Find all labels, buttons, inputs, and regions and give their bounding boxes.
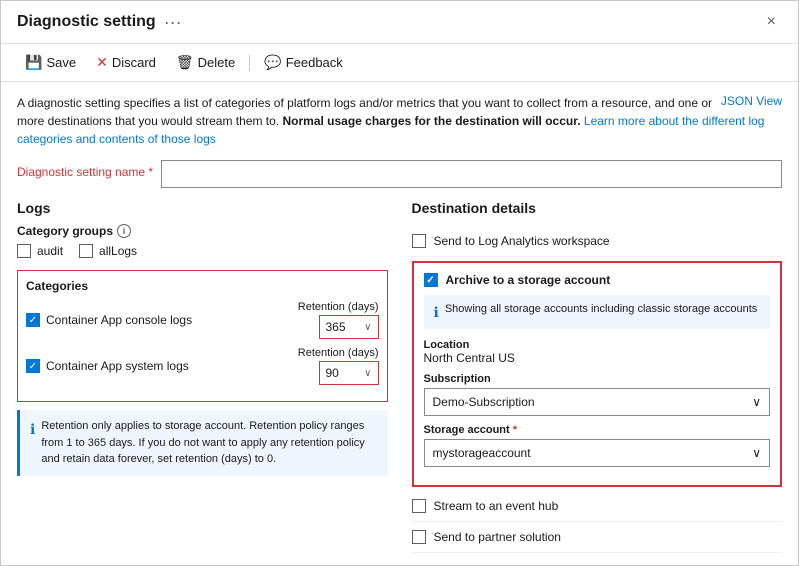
retention-val-2: 90 <box>326 366 339 380</box>
location-label: Location <box>424 339 771 351</box>
categories-title: Categories <box>26 279 379 293</box>
delete-icon: 🗑 <box>176 54 194 71</box>
save-label: Save <box>46 55 76 70</box>
location-value: North Central US <box>424 351 771 365</box>
discard-label: Discard <box>112 55 156 70</box>
subscription-chevron: ∨ <box>752 395 761 409</box>
alllogs-label: allLogs <box>99 244 137 258</box>
event-hub-label: Stream to an event hub <box>434 499 559 513</box>
storage-account-field: Storage account * mystorageaccount ∨ <box>424 424 771 467</box>
close-button[interactable]: × <box>761 11 782 33</box>
archive-header: Archive to a storage account <box>424 273 771 287</box>
subscription-label: Subscription <box>424 373 771 385</box>
alllogs-checkbox[interactable] <box>79 244 93 258</box>
category-groups-title: Category groups i <box>17 224 388 238</box>
delete-button[interactable]: 🗑 Delete <box>168 50 243 75</box>
retention-input-2[interactable]: 90 ∨ <box>319 361 379 385</box>
info-icon: ℹ <box>30 419 35 468</box>
console-logs-checkbox[interactable] <box>26 313 40 327</box>
retention-group-2: Retention (days) 90 ∨ <box>298 347 379 385</box>
event-hub-row: Stream to an event hub <box>412 491 783 522</box>
retention-chevron-1: ∨ <box>364 322 371 333</box>
more-options-icon[interactable]: ··· <box>164 12 182 33</box>
description-text2: Normal usage charges for the destination… <box>282 114 580 128</box>
feedback-icon: 💬 <box>264 54 281 71</box>
diagnostic-setting-dialog: Diagnostic setting ··· × 💾 Save ✕ Discar… <box>0 0 799 566</box>
storage-account-label: Storage account * <box>424 424 771 436</box>
save-button[interactable]: 💾 Save <box>17 50 84 75</box>
delete-label: Delete <box>198 55 236 70</box>
log-analytics-label: Send to Log Analytics workspace <box>434 234 610 248</box>
category-row-console-left: Container App console logs <box>26 313 192 327</box>
right-panel: Destination details Send to Log Analytic… <box>412 200 783 553</box>
diagnostic-name-label: Diagnostic setting name * <box>17 165 153 179</box>
description-text: A diagnostic setting specifies a list of… <box>17 94 782 148</box>
retention-group-1: Retention (days) 365 ∨ <box>298 301 379 339</box>
retention-label-2: Retention (days) <box>298 347 379 359</box>
discard-button[interactable]: ✕ Discard <box>88 50 164 75</box>
required-star: * <box>148 165 153 179</box>
storage-account-value: mystorageaccount <box>433 446 531 460</box>
storage-info-text: Showing all storage accounts including c… <box>445 303 757 321</box>
category-row-system-left: Container App system logs <box>26 359 189 373</box>
log-analytics-row: Send to Log Analytics workspace <box>412 226 783 257</box>
console-logs-label: Container App console logs <box>46 313 192 327</box>
storage-account-dropdown[interactable]: mystorageaccount ∨ <box>424 439 771 467</box>
retention-label-1: Retention (days) <box>298 301 379 313</box>
diagnostic-name-row: Diagnostic setting name * <box>17 160 782 188</box>
storage-info-icon: ℹ <box>434 304 439 321</box>
retention-val-1: 365 <box>326 320 346 334</box>
subscription-dropdown[interactable]: Demo-Subscription ∨ <box>424 388 771 416</box>
partner-checkbox[interactable] <box>412 530 426 544</box>
diagnostic-name-input[interactable] <box>161 160 782 188</box>
audit-label: audit <box>37 244 63 258</box>
logs-section-title: Logs <box>17 200 388 216</box>
archive-label: Archive to a storage account <box>446 273 611 287</box>
partner-row: Send to partner solution <box>412 522 783 553</box>
system-logs-label: Container App system logs <box>46 359 189 373</box>
location-row: Location North Central US <box>424 339 771 365</box>
category-groups-checkboxes: audit allLogs <box>17 244 388 258</box>
retention-info-box: ℹ Retention only applies to storage acco… <box>17 410 388 476</box>
alllogs-checkbox-item[interactable]: allLogs <box>79 244 137 258</box>
archive-box: Archive to a storage account ℹ Showing a… <box>412 261 783 487</box>
retention-input-1[interactable]: 365 ∨ <box>319 315 379 339</box>
audit-checkbox[interactable] <box>17 244 31 258</box>
category-row-console: Container App console logs Retention (da… <box>26 301 379 339</box>
category-groups: Category groups i audit allLogs <box>17 224 388 258</box>
storage-required-star: * <box>513 424 517 436</box>
dialog-title: Diagnostic setting <box>17 13 156 31</box>
archive-checkbox[interactable] <box>424 273 438 287</box>
storage-account-chevron: ∨ <box>752 446 761 460</box>
discard-icon: ✕ <box>96 54 108 71</box>
save-icon: 💾 <box>25 54 42 71</box>
title-left: Diagnostic setting ··· <box>17 12 182 33</box>
category-groups-info-icon[interactable]: i <box>117 224 131 238</box>
partner-label: Send to partner solution <box>434 530 561 544</box>
system-logs-checkbox[interactable] <box>26 359 40 373</box>
description-block: JSON View A diagnostic setting specifies… <box>17 94 782 148</box>
json-view-link[interactable]: JSON View <box>721 94 782 108</box>
audit-checkbox-item[interactable]: audit <box>17 244 63 258</box>
left-panel: Logs Category groups i audit <box>17 200 388 553</box>
log-analytics-checkbox[interactable] <box>412 234 426 248</box>
feedback-button[interactable]: 💬 Feedback <box>256 50 351 75</box>
feedback-label: Feedback <box>286 55 343 70</box>
category-row-system: Container App system logs Retention (day… <box>26 347 379 385</box>
subscription-field: Subscription Demo-Subscription ∨ <box>424 373 771 416</box>
main-layout: Logs Category groups i audit <box>17 200 782 553</box>
categories-box: Categories Container App console logs Re… <box>17 270 388 402</box>
title-bar: Diagnostic setting ··· × <box>1 1 798 44</box>
retention-chevron-2: ∨ <box>364 368 371 379</box>
event-hub-checkbox[interactable] <box>412 499 426 513</box>
toolbar: 💾 Save ✕ Discard 🗑 Delete 💬 Feedback <box>1 44 798 82</box>
destination-title: Destination details <box>412 200 783 216</box>
subscription-value: Demo-Subscription <box>433 395 535 409</box>
retention-info-text: Retention only applies to storage accoun… <box>41 418 377 468</box>
content-area: JSON View A diagnostic setting specifies… <box>1 82 798 565</box>
storage-info-box: ℹ Showing all storage accounts including… <box>424 295 771 329</box>
toolbar-divider <box>249 55 250 71</box>
